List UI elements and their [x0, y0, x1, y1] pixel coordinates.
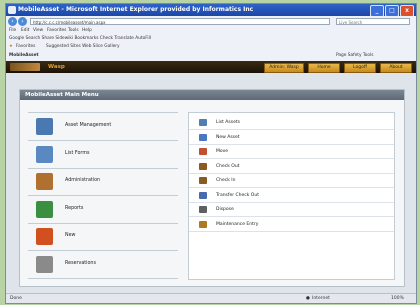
menu-item-administration[interactable]: Administration	[28, 168, 178, 196]
reports-icon	[36, 200, 53, 218]
list-assets-icon	[199, 119, 207, 126]
logoff-button[interactable]: Logoff	[344, 63, 376, 73]
submenu-item-label: Move	[216, 149, 229, 154]
app-brand: Wasp	[48, 64, 65, 70]
submenu-item-new-asset[interactable]: New Asset	[189, 131, 394, 145]
left-menu-list: Asset Management List Forms Administration…	[28, 112, 178, 279]
dispose-icon	[199, 206, 207, 213]
menu-item-list-forms[interactable]: List Forms	[28, 141, 178, 169]
new-asset-icon	[199, 133, 207, 141]
window-title: MobileAsset - Microsoft Internet Explore…	[18, 6, 254, 13]
submenu-item-maintenance-entry[interactable]: Maintenance Entry	[189, 218, 394, 232]
menu-item-label: Administration	[65, 178, 101, 183]
menu-item-new[interactable]: New	[28, 223, 178, 251]
menu-tools[interactable]: Tools	[68, 28, 79, 34]
back-icon[interactable]: ‹	[8, 17, 17, 26]
menu-item-label: Reservations	[65, 260, 96, 266]
menu-view[interactable]: View	[33, 28, 43, 34]
menu-item-label: New	[65, 233, 76, 238]
reservations-icon	[36, 255, 53, 273]
menu-help[interactable]: Help	[82, 28, 92, 34]
administration-icon	[36, 173, 53, 190]
submenu-item-check-out[interactable]: Check Out	[189, 160, 394, 174]
app-logo	[10, 63, 40, 71]
favorites-items[interactable]: Suggested Sites Web Slice Gallery	[46, 44, 120, 50]
submenu-item-label: Dispose	[216, 207, 234, 212]
page-content: MobileAsset Main Menu Asset Management Li…	[6, 73, 416, 293]
links-toolbar-text[interactable]: Google Search Share Sidewiki Bookmarks C…	[9, 36, 151, 42]
home-button[interactable]: Home	[308, 63, 340, 73]
menu-item-label: Asset Management	[65, 123, 112, 128]
tab-mobileasset[interactable]: MobileAsset	[9, 53, 39, 59]
about-button[interactable]: About	[380, 63, 412, 73]
submenu-item-label: List Assets	[216, 120, 240, 125]
check-in-icon	[199, 177, 207, 184]
internet-zone-icon: ●	[306, 296, 310, 301]
window-titlebar: MobileAsset - Microsoft Internet Explore…	[6, 4, 416, 17]
submenu-item-label: New Asset	[216, 134, 240, 140]
menu-item-label: List Forms	[65, 150, 90, 156]
menu-item-reports[interactable]: Reports	[28, 196, 178, 224]
panel-title: MobileAsset Main Menu	[20, 90, 404, 100]
list-forms-icon	[36, 145, 53, 163]
submenu-item-label: Transfer Check Out	[216, 192, 259, 198]
submenu-item-label: Check In	[216, 178, 236, 183]
submenu-item-dispose[interactable]: Dispose	[189, 203, 394, 217]
zone-label: Internet	[312, 296, 330, 301]
submenu-item-label: Maintenance Entry	[216, 221, 259, 227]
favorites-label[interactable]: Favorites	[16, 44, 35, 50]
submenu-item-list-assets[interactable]: List Assets	[189, 116, 394, 130]
menu-item-label: Reports	[65, 205, 84, 211]
menu-edit[interactable]: Edit	[21, 28, 29, 34]
address-input[interactable]: http://c.c.c.c/mobileasset/main.aspx	[30, 18, 330, 25]
zoom-label[interactable]: 100%	[391, 294, 404, 303]
search-input[interactable]: Live Search	[336, 18, 410, 25]
menu-item-asset-management[interactable]: Asset Management	[28, 113, 178, 141]
menu-item-reservations[interactable]: Reservations	[28, 251, 178, 279]
main-menu-panel: MobileAsset Main Menu Asset Management Li…	[19, 89, 405, 287]
app-header: Wasp Admin: Wasp Home Logoff About	[6, 61, 416, 73]
new-icon	[36, 228, 53, 245]
transfer-check-out-icon	[199, 191, 207, 199]
menu-file[interactable]: File	[9, 28, 16, 34]
submenu-item-move[interactable]: Move	[189, 145, 394, 159]
tab-tools[interactable]: Page Safety Tools	[336, 53, 373, 59]
status-text: Done	[10, 296, 22, 301]
menu-favorites[interactable]: Favorites	[47, 28, 66, 34]
submenu-item-transfer-check-out[interactable]: Transfer Check Out	[189, 189, 394, 203]
submenu-item-check-in[interactable]: Check In	[189, 174, 394, 188]
submenu-item-label: Check Out	[216, 163, 240, 169]
maintenance-entry-icon	[199, 220, 207, 228]
favorites-star-icon[interactable]: ★	[9, 44, 13, 50]
check-out-icon	[199, 162, 207, 170]
forward-icon[interactable]: ›	[18, 17, 27, 26]
ie-icon	[8, 6, 16, 14]
asset-management-icon	[36, 118, 53, 135]
admin-user-button[interactable]: Admin: Wasp	[264, 63, 304, 73]
right-menu-list: List Assets New Asset Move Check Out Check I…	[188, 112, 395, 280]
browser-window: MobileAsset - Microsoft Internet Explore…	[5, 3, 417, 304]
move-icon	[199, 148, 207, 155]
status-bar: Done ● Internet 100%	[6, 293, 416, 303]
